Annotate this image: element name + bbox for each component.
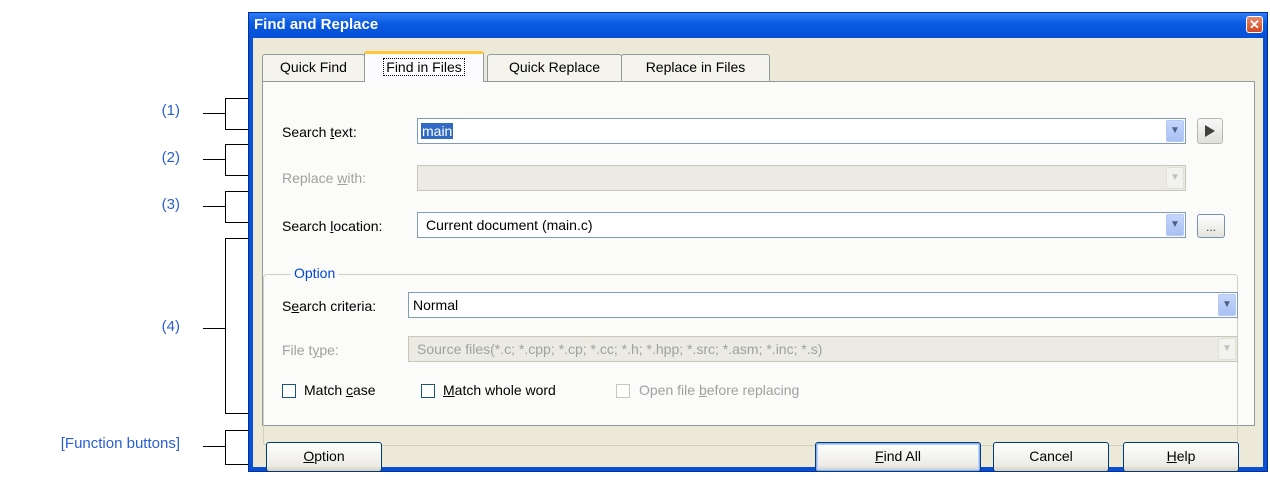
search-criteria-combobox[interactable]: Normal ▼ [408,292,1238,318]
tab-quick-replace[interactable]: Quick Replace [487,54,622,81]
title-bar[interactable]: Find and Replace ✕ [249,13,1267,37]
callout-4-bracket [225,238,248,414]
tab-label: Quick Find [280,59,347,75]
option-button[interactable]: Option [266,442,382,472]
callout-3-bracket [225,191,248,223]
callout-4-line [203,328,225,329]
callout-function-buttons-line [203,446,225,447]
replace-with-combobox[interactable]: ▼ [417,165,1186,191]
callout-1: (1) [161,102,180,119]
callout-2: (2) [161,149,180,166]
search-location-value: Current document (main.c) [426,217,593,233]
callout-4: (4) [161,318,180,335]
callout-2-line [203,159,225,160]
option-group-title: Option [291,265,339,281]
file-type-value: Source files(*.c; *.cpp; *.cp; *.cc; *.h… [417,341,823,357]
callout-1-line [203,113,225,114]
search-text-combobox[interactable]: main ▼ [417,118,1186,144]
close-button[interactable]: ✕ [1246,16,1263,33]
callout-function-buttons: [Function buttons] [60,435,180,452]
search-location-combobox[interactable]: Current document (main.c) ▼ [417,212,1186,238]
window-title: Find and Replace [254,16,379,33]
match-case-checkbox[interactable] [282,384,296,398]
help-button[interactable]: Help [1123,442,1239,472]
tab-label: Find in Files [383,58,465,76]
match-whole-word-checkbox[interactable] [421,384,435,398]
search-text-value[interactable]: main [421,123,454,139]
find-replace-dialog: Find and Replace ✕ Quick Find Find in Fi… [248,12,1268,472]
chevron-down-icon[interactable]: ▼ [1166,214,1184,236]
callout-function-buttons-bracket [225,430,248,465]
find-all-button[interactable]: Find All [815,442,981,472]
file-type-label: File type: [282,342,339,358]
search-criteria-value: Normal [413,297,459,313]
dialog-client-area: Quick Find Find in Files Quick Replace R… [253,38,1263,472]
browse-location-button[interactable]: ... [1197,214,1225,238]
callout-2-bracket [225,144,248,176]
search-text-label: Search text: [282,124,357,140]
ellipsis-icon: ... [1205,220,1216,234]
file-type-combobox[interactable]: Source files(*.c; *.cpp; *.cp; *.cc; *.h… [408,336,1238,362]
callout-3-line [203,206,225,207]
match-whole-word-label[interactable]: Match whole word [443,382,556,398]
match-case-label[interactable]: Match case [304,382,376,398]
search-criteria-label: Search criteria: [282,298,377,314]
chevron-down-icon[interactable]: ▼ [1166,167,1184,189]
tab-find-in-files[interactable]: Find in Files [364,51,484,82]
search-run-button[interactable] [1197,118,1223,144]
play-arrow-icon [1205,125,1215,137]
tab-replace-in-files[interactable]: Replace in Files [621,54,770,81]
callout-3: (3) [161,196,180,213]
open-file-before-replacing-checkbox[interactable] [616,384,630,398]
replace-with-label: Replace with: [282,170,367,186]
tab-quick-find[interactable]: Quick Find [262,54,365,81]
chevron-down-icon[interactable]: ▼ [1166,120,1184,142]
search-location-label: Search location: [282,218,383,234]
find-in-files-panel: Search text: main ▼ Replace with: ▼ Sear… [262,81,1255,446]
tab-label: Replace in Files [645,59,746,75]
close-icon: ✕ [1249,17,1260,32]
chevron-down-icon[interactable]: ▼ [1218,338,1236,360]
cancel-button[interactable]: Cancel [993,442,1109,472]
open-file-before-replacing-label[interactable]: Open file before replacing [639,382,799,398]
tab-label: Quick Replace [508,59,601,75]
callout-1-bracket [225,98,248,130]
chevron-down-icon[interactable]: ▼ [1218,294,1236,316]
